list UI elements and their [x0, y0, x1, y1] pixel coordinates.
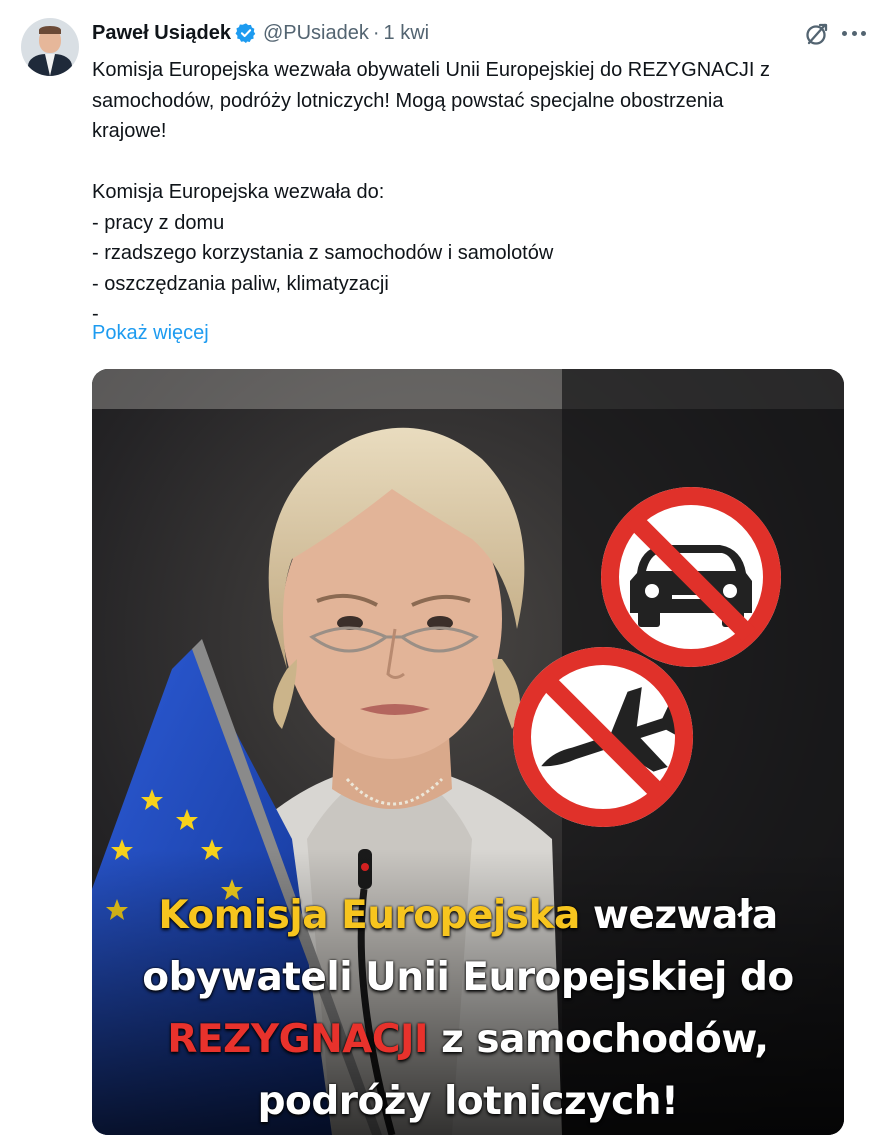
caption-highlight-yellow: Komisja Europejska: [158, 893, 580, 938]
tweet-header: Paweł Usiądek @PUsiadek · 1 kwi: [92, 20, 429, 46]
author-handle[interactable]: @PUsiadek: [263, 22, 369, 45]
more-options-icon[interactable]: [842, 22, 866, 44]
caption-line-4: podróży lotniczych!: [257, 1079, 679, 1124]
verified-badge-icon: [235, 22, 257, 44]
grok-icon[interactable]: [804, 21, 830, 47]
tweet-line: Komisja Europejska wezwała do:: [92, 181, 385, 203]
tweet-line: - pracy z domu: [92, 211, 225, 234]
tweet-line: - rzadszego korzystania z samochodów i s…: [92, 242, 554, 264]
caption-text: wezwała: [579, 893, 778, 938]
caption-line-2: obywateli Unii Europejskiej do: [142, 955, 794, 1000]
tweet-line: Komisja Europejska wezwała obywateli Uni…: [92, 59, 771, 81]
caption-text: z samochodów,: [428, 1017, 769, 1062]
author-name[interactable]: Paweł Usiądek: [92, 22, 231, 45]
caption-highlight-red: REZYGNACJI: [167, 1017, 429, 1062]
separator-dot: ·: [372, 21, 380, 44]
tweet-timestamp[interactable]: 1 kwi: [384, 22, 430, 45]
caption-line-3: REZYGNACJI z samochodów,: [92, 1009, 844, 1071]
tweet-line: - oszczędzania paliw, klimatyzacji: [92, 272, 389, 295]
avatar-hair: [39, 26, 61, 34]
caption-line-1: Komisja Europejska wezwała: [92, 885, 844, 947]
tweet[interactable]: Paweł Usiądek @PUsiadek · 1 kwi Komisja …: [0, 0, 871, 1145]
tweet-text: Komisja Europejska wezwała obywateli Uni…: [92, 55, 852, 330]
tweet-image[interactable]: Komisja Europejska wezwała obywateli Uni…: [92, 369, 844, 1135]
avatar[interactable]: [21, 18, 79, 76]
tweet-line: krajowe!: [92, 120, 167, 142]
no-car-sign: [601, 487, 781, 667]
tweet-line: samochodów, podróży lotniczych! Mogą pow…: [92, 89, 724, 112]
image-caption: Komisja Europejska wezwała obywateli Uni…: [92, 885, 844, 1133]
show-more-link[interactable]: Pokaż więcej: [92, 322, 209, 345]
